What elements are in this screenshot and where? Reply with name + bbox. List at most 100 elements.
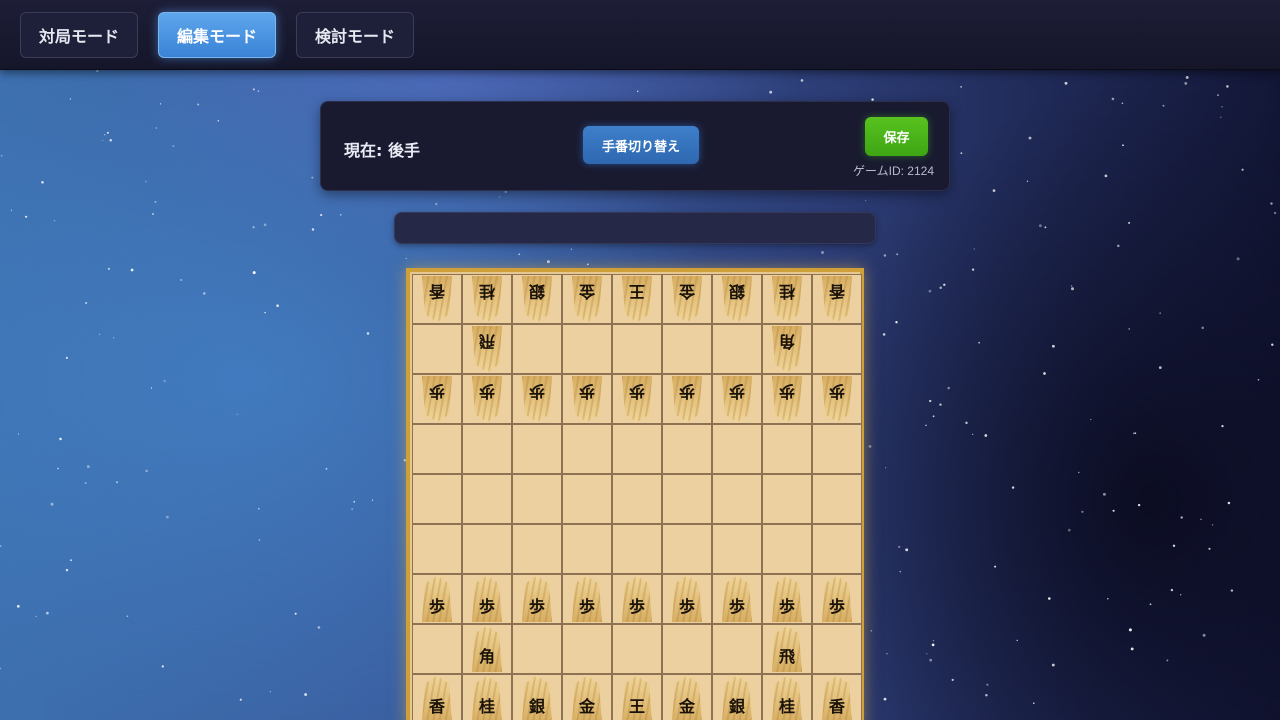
gote-piece[interactable]: 歩 (422, 376, 452, 422)
sente-piece[interactable]: 歩 (522, 576, 552, 622)
board-cell[interactable] (462, 524, 512, 574)
gote-piece[interactable]: 歩 (722, 376, 752, 422)
board-cell[interactable]: 歩 (712, 574, 762, 624)
sente-piece[interactable]: 金 (572, 676, 602, 720)
board-cell[interactable] (812, 524, 862, 574)
board-cell[interactable]: 桂 (462, 674, 512, 720)
board-cell[interactable]: 歩 (812, 574, 862, 624)
gote-piece[interactable]: 歩 (672, 376, 702, 422)
board-cell[interactable] (812, 324, 862, 374)
board-cell[interactable] (762, 524, 812, 574)
board-cell[interactable] (812, 424, 862, 474)
board-cell[interactable] (712, 624, 762, 674)
sente-piece[interactable]: 王 (622, 676, 652, 720)
board-cell[interactable]: 金 (662, 674, 712, 720)
switch-turn-button[interactable]: 手番切り替え (583, 126, 699, 164)
board-cell[interactable]: 歩 (412, 574, 462, 624)
board-cell[interactable]: 金 (662, 274, 712, 324)
board-cell[interactable] (512, 524, 562, 574)
board-cell[interactable] (412, 424, 462, 474)
gote-piece[interactable]: 香 (822, 276, 852, 322)
board-cell[interactable] (712, 424, 762, 474)
board-cell[interactable] (612, 474, 662, 524)
board-cell[interactable]: 歩 (712, 374, 762, 424)
sente-piece[interactable]: 歩 (772, 576, 802, 622)
board-cell[interactable] (412, 524, 462, 574)
gote-piece[interactable]: 銀 (522, 276, 552, 322)
gote-piece[interactable]: 王 (622, 276, 652, 322)
board-cell[interactable]: 桂 (762, 274, 812, 324)
board-cell[interactable]: 歩 (462, 374, 512, 424)
board-cell[interactable] (662, 424, 712, 474)
board-cell[interactable] (712, 474, 762, 524)
gote-piece[interactable]: 角 (772, 326, 802, 372)
board-cell[interactable] (612, 324, 662, 374)
sente-piece[interactable]: 桂 (472, 676, 502, 720)
board-cell[interactable] (462, 474, 512, 524)
gote-piece[interactable]: 金 (572, 276, 602, 322)
board-cell[interactable]: 銀 (712, 274, 762, 324)
gote-piece[interactable]: 歩 (472, 376, 502, 422)
gote-piece[interactable]: 桂 (472, 276, 502, 322)
gote-piece[interactable]: 銀 (722, 276, 752, 322)
gote-piece[interactable]: 金 (672, 276, 702, 322)
board-cell[interactable]: 歩 (812, 374, 862, 424)
board-cell[interactable]: 銀 (512, 674, 562, 720)
board-cell[interactable] (512, 624, 562, 674)
sente-piece[interactable]: 銀 (722, 676, 752, 720)
sente-piece[interactable]: 金 (672, 676, 702, 720)
sente-piece[interactable]: 香 (822, 676, 852, 720)
board-cell[interactable] (812, 474, 862, 524)
board-cell[interactable]: 王 (612, 674, 662, 720)
gote-piece[interactable]: 歩 (772, 376, 802, 422)
board-cell[interactable]: 飛 (762, 624, 812, 674)
tab-analysis-mode[interactable]: 検討モード (296, 12, 414, 58)
board-cell[interactable]: 歩 (562, 574, 612, 624)
gote-piece[interactable]: 歩 (572, 376, 602, 422)
board-cell[interactable]: 銀 (712, 674, 762, 720)
sente-piece[interactable]: 歩 (422, 576, 452, 622)
board-cell[interactable] (712, 524, 762, 574)
sente-piece[interactable]: 歩 (672, 576, 702, 622)
gote-piece[interactable]: 飛 (472, 326, 502, 372)
board-cell[interactable]: 歩 (512, 374, 562, 424)
gote-piece[interactable]: 歩 (822, 376, 852, 422)
board-cell[interactable] (412, 474, 462, 524)
sente-piece[interactable]: 桂 (772, 676, 802, 720)
board-cell[interactable]: 王 (612, 274, 662, 324)
sente-piece[interactable]: 歩 (622, 576, 652, 622)
sente-piece[interactable]: 歩 (822, 576, 852, 622)
board-cell[interactable]: 歩 (562, 374, 612, 424)
board-cell[interactable]: 歩 (662, 574, 712, 624)
board-cell[interactable] (512, 424, 562, 474)
board-cell[interactable] (762, 474, 812, 524)
board-cell[interactable] (612, 424, 662, 474)
board-cell[interactable] (562, 474, 612, 524)
board-cell[interactable] (562, 424, 612, 474)
board-cell[interactable]: 歩 (612, 374, 662, 424)
board-cell[interactable]: 銀 (512, 274, 562, 324)
gote-piece[interactable]: 歩 (522, 376, 552, 422)
tab-edit-mode[interactable]: 編集モード (158, 12, 276, 58)
board-cell[interactable]: 歩 (512, 574, 562, 624)
board-cell[interactable] (512, 474, 562, 524)
board-cell[interactable]: 歩 (412, 374, 462, 424)
board-cell[interactable]: 角 (762, 324, 812, 374)
board-cell[interactable]: 飛 (462, 324, 512, 374)
tab-play-mode[interactable]: 対局モード (20, 12, 138, 58)
board-cell[interactable] (612, 624, 662, 674)
board-cell[interactable]: 角 (462, 624, 512, 674)
board-cell[interactable]: 香 (812, 674, 862, 720)
board-cell[interactable] (562, 624, 612, 674)
board-cell[interactable]: 歩 (762, 574, 812, 624)
sente-piece[interactable]: 香 (422, 676, 452, 720)
save-button[interactable]: 保存 (865, 117, 928, 156)
board-cell[interactable]: 金 (562, 674, 612, 720)
board-cell[interactable]: 金 (562, 274, 612, 324)
board-cell[interactable]: 歩 (662, 374, 712, 424)
board-cell[interactable] (662, 524, 712, 574)
board-cell[interactable]: 歩 (762, 374, 812, 424)
board-cell[interactable] (562, 524, 612, 574)
board-cell[interactable]: 歩 (612, 574, 662, 624)
board-cell[interactable] (562, 324, 612, 374)
